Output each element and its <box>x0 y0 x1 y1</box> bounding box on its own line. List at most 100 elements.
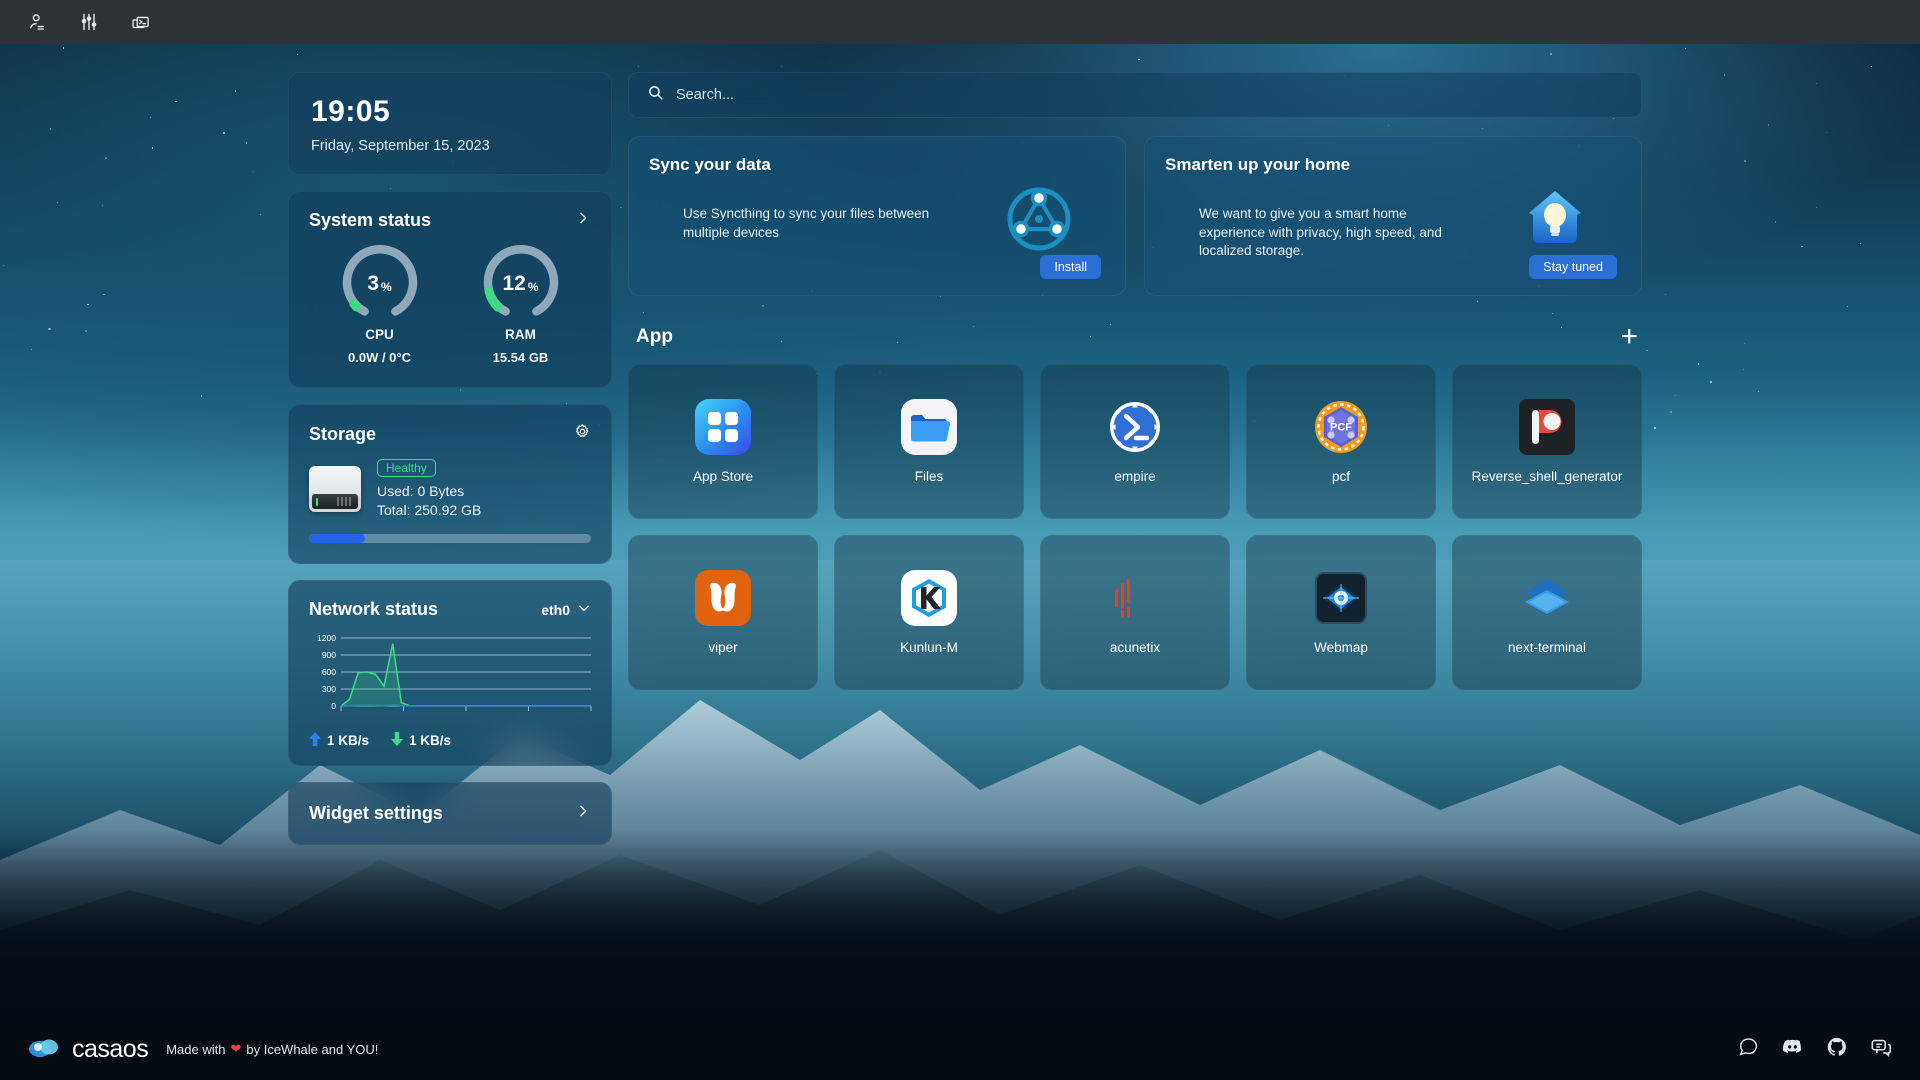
gear-icon[interactable] <box>574 423 591 445</box>
promo-card-smart-home: Smarten up your home We want to give you… <box>1144 136 1642 296</box>
network-interface-select[interactable]: eth0 <box>541 601 591 618</box>
network-traffic-chart: 03006009001200 <box>309 634 591 720</box>
network-header: Network status eth0 <box>309 599 591 620</box>
app-tile[interactable]: Webmap <box>1246 535 1436 690</box>
casaos-brand-text: casaos <box>72 1035 148 1064</box>
casaos-logo-icon <box>28 1034 64 1065</box>
app-label: Kunlun-M <box>900 640 958 655</box>
app-tile[interactable]: Kunlun-M <box>834 535 1024 690</box>
acunetix-icon <box>1107 570 1163 626</box>
add-app-button[interactable]: + <box>1620 322 1638 352</box>
made-with-suffix: by IceWhale and YOU! <box>246 1042 378 1057</box>
svg-text:1200: 1200 <box>317 634 336 643</box>
next-terminal-icon <box>1519 570 1575 626</box>
arrow-up-icon <box>309 732 321 749</box>
promo-description: We want to give you a smart home experie… <box>1199 205 1449 261</box>
storage-body: Healthy Used: 0 Bytes Total: 250.92 GB <box>309 459 591 518</box>
syncthing-logo-icon <box>1005 185 1073 253</box>
app-grid: App Store Files empire PCF pcf <box>628 364 1642 690</box>
app-tile[interactable]: Files <box>834 364 1024 519</box>
user-icon[interactable] <box>22 7 52 37</box>
storage-title: Storage <box>309 424 376 445</box>
system-status-header: System status <box>309 210 591 231</box>
app-label: Webmap <box>1314 640 1368 655</box>
arrow-down-icon <box>391 732 403 749</box>
app-tile[interactable]: Reverse_shell_generator <box>1452 364 1642 519</box>
app-tile[interactable]: App Store <box>628 364 818 519</box>
app-label: acunetix <box>1110 640 1160 655</box>
network-speeds: 1 KB/s 1 KB/s <box>309 732 591 749</box>
chat-icon[interactable] <box>1738 1036 1759 1062</box>
storage-header: Storage <box>309 423 591 445</box>
app-tile[interactable]: empire <box>1040 364 1230 519</box>
network-title: Network status <box>309 599 438 620</box>
webmap-icon <box>1313 570 1369 626</box>
install-button[interactable]: Install <box>1040 255 1101 279</box>
top-taskbar <box>0 0 1920 44</box>
app-tile[interactable]: next-terminal <box>1452 535 1642 690</box>
app-label: Files <box>915 469 944 484</box>
storage-progress-bar <box>309 534 591 543</box>
storage-used: Used: 0 Bytes <box>377 483 481 499</box>
widget-settings-title: Widget settings <box>309 803 443 824</box>
promo-banners: Sync your data Use Syncthing to sync you… <box>628 136 1642 296</box>
smart-home-logo-icon <box>1521 185 1589 253</box>
pcf-icon: PCF <box>1313 399 1369 455</box>
app-tile[interactable]: acunetix <box>1040 535 1230 690</box>
viper-icon <box>695 570 751 626</box>
search-bar[interactable] <box>628 72 1642 118</box>
ram-value-unit: % <box>528 280 539 294</box>
kunlun-m-icon <box>901 570 957 626</box>
ram-gauge-label: RAM <box>456 327 586 342</box>
footer-bar: casaos Made with ❤ by IceWhale and YOU! <box>0 1018 1920 1080</box>
cpu-value-number: 3 <box>367 272 379 296</box>
stay-tuned-button[interactable]: Stay tuned <box>1529 255 1617 279</box>
system-status-title: System status <box>309 210 431 231</box>
clock-time: 19:05 <box>311 95 589 128</box>
search-input[interactable] <box>676 87 1623 103</box>
promo-title: Sync your data <box>649 155 1105 175</box>
app-label: App Store <box>693 469 753 484</box>
terminal-icon[interactable] <box>126 7 156 37</box>
app-label: viper <box>708 640 737 655</box>
ram-value-number: 12 <box>502 272 525 296</box>
ram-gauge-ring: 12% <box>482 245 560 323</box>
heart-icon: ❤ <box>230 1041 241 1057</box>
reverse-shell-generator-icon <box>1519 399 1575 455</box>
chevron-right-icon[interactable] <box>575 210 591 231</box>
app-section-header: App + <box>628 322 1642 352</box>
app-label: empire <box>1114 469 1155 484</box>
files-folder-icon <box>901 399 957 455</box>
ram-gauge-value: 12% <box>482 245 560 323</box>
widget-settings-button[interactable]: Widget settings <box>288 782 612 845</box>
promo-description: Use Syncthing to sync your files between… <box>683 205 933 242</box>
chevron-right-icon <box>575 803 591 824</box>
storage-widget: Storage Healthy Used: 0 Bytes <box>288 404 612 564</box>
social-links <box>1738 1035 1892 1063</box>
upload-speed: 1 KB/s <box>309 732 369 749</box>
network-status-widget: Network status eth0 03006009001200 <box>288 580 612 766</box>
github-icon[interactable] <box>1826 1036 1848 1063</box>
app-section-title: App <box>636 326 673 348</box>
svg-text:300: 300 <box>322 684 336 694</box>
forum-icon[interactable] <box>1870 1036 1892 1063</box>
cpu-gauge: 3% CPU 0.0W / 0°C <box>315 245 445 365</box>
cpu-gauge-sub: 0.0W / 0°C <box>315 350 445 365</box>
svg-text:900: 900 <box>322 650 336 660</box>
chevron-down-icon <box>577 601 591 618</box>
clock-widget: 19:05 Friday, September 15, 2023 <box>288 72 612 175</box>
download-speed: 1 KB/s <box>391 732 451 749</box>
sliders-icon[interactable] <box>74 7 104 37</box>
cpu-gauge-value: 3% <box>341 245 419 323</box>
cpu-gauge-label: CPU <box>315 327 445 342</box>
system-gauges: 3% CPU 0.0W / 0°C <box>309 245 591 365</box>
system-status-widget: System status 3% <box>288 191 612 388</box>
search-icon <box>647 84 664 106</box>
app-tile[interactable]: PCF pcf <box>1246 364 1436 519</box>
app-label: Reverse_shell_generator <box>1472 469 1623 484</box>
app-tile[interactable]: viper <box>628 535 818 690</box>
download-speed-value: 1 KB/s <box>409 733 451 748</box>
discord-icon[interactable] <box>1781 1035 1804 1063</box>
storage-total: Total: 250.92 GB <box>377 502 481 518</box>
svg-text:PCF: PCF <box>1330 422 1352 434</box>
